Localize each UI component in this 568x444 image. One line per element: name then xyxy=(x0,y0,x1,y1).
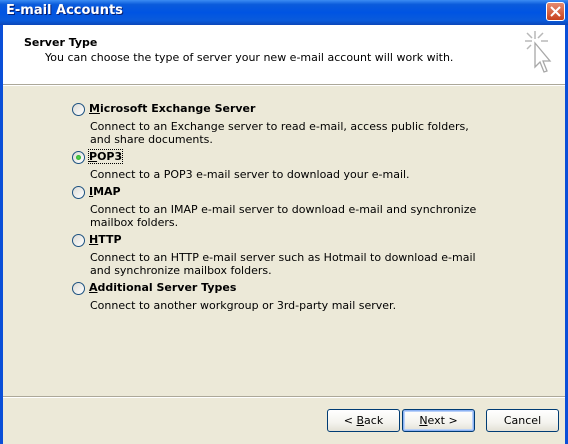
header-panel: Server Type You can choose the type of s… xyxy=(3,25,565,84)
option-imap-label[interactable]: IMAP xyxy=(89,185,121,198)
page-subtitle: You can choose the type of server your n… xyxy=(45,51,454,64)
header-divider xyxy=(3,84,565,86)
cancel-button[interactable]: Cancel xyxy=(486,409,559,432)
radio-pop3[interactable] xyxy=(72,151,85,164)
option-pop3-description: Connect to a POP3 e-mail server to downl… xyxy=(90,168,410,181)
option-pop3-label[interactable]: POP3 xyxy=(87,149,124,164)
option-exchange-description: Connect to an Exchange server to read e-… xyxy=(90,120,469,146)
window-frame-left xyxy=(0,25,3,444)
radio-selected-dot xyxy=(76,155,81,160)
footer-divider xyxy=(3,396,565,398)
radio-additional[interactable] xyxy=(72,282,85,295)
page-title: Server Type xyxy=(24,36,98,49)
option-imap-description: Connect to an IMAP e-mail server to down… xyxy=(90,203,477,229)
radio-imap[interactable] xyxy=(72,186,85,199)
option-additional-description: Connect to another workgroup or 3rd-part… xyxy=(90,299,397,312)
cursor-sparkle-icon xyxy=(525,31,552,73)
next-button[interactable]: Next > xyxy=(402,409,475,432)
option-exchange-label[interactable]: Microsoft Exchange Server xyxy=(89,102,255,115)
window-title: E-mail Accounts xyxy=(6,3,123,18)
title-bar[interactable]: E-mail Accounts xyxy=(0,0,568,25)
radio-exchange[interactable] xyxy=(72,103,85,116)
close-button[interactable] xyxy=(546,2,565,21)
radio-http[interactable] xyxy=(72,234,85,247)
option-http-description: Connect to an HTTP e-mail server such as… xyxy=(90,251,476,277)
option-additional-label[interactable]: Additional Server Types xyxy=(89,281,236,294)
close-icon xyxy=(550,6,561,17)
back-button[interactable]: < Back xyxy=(327,409,400,432)
option-http-label[interactable]: HTTP xyxy=(89,233,122,246)
